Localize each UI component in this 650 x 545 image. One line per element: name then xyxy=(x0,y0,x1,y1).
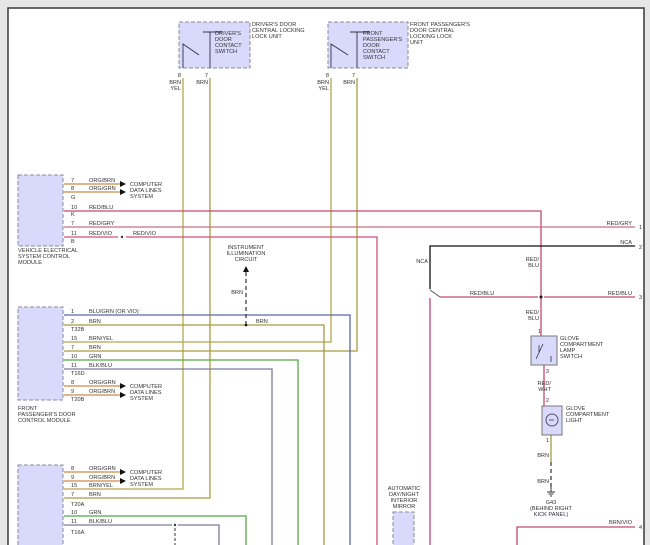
connector-label: T20A xyxy=(71,502,85,508)
pin-number: 8 xyxy=(178,73,181,79)
pin-number: 7 xyxy=(71,492,74,498)
pin-number: 2 xyxy=(546,398,549,404)
wire-label: YEL xyxy=(170,86,181,92)
pin-number: 8 xyxy=(71,466,74,472)
pin-number: 3 xyxy=(546,369,549,375)
wire-label: BRN/YEL xyxy=(89,483,113,489)
wire-label: BRN xyxy=(343,80,355,86)
pin-number: 8 xyxy=(71,186,74,192)
instrument-illumination-label: CIRCUIT xyxy=(235,257,258,263)
wire-label: ORG/BRN xyxy=(89,389,115,395)
wire-label: YEL xyxy=(318,86,329,92)
front-passenger-door-control-module xyxy=(17,306,64,401)
reference-number: 3 xyxy=(639,295,642,301)
wire-label: RED/BLU xyxy=(470,291,494,297)
wire-label: ORG/GRN xyxy=(89,466,116,472)
pin-number: 15 xyxy=(71,483,77,489)
wire-label: BRN xyxy=(89,345,101,351)
wire-label: BLK/BLU xyxy=(89,363,112,369)
glove-compartment-lamp-switch xyxy=(530,335,558,366)
pin-number: 10 xyxy=(71,205,77,211)
reference-number: 4 xyxy=(639,525,642,531)
pin-number: G xyxy=(71,195,75,201)
pin-number: 9 xyxy=(71,389,74,395)
pin-number: 2 xyxy=(71,319,74,325)
wire-label: BRN/YEL xyxy=(89,336,113,342)
wire-label: BRN xyxy=(256,319,268,325)
wire-label: RED/GRY xyxy=(607,221,633,227)
pass-door-module-label: CONTROL MODULE xyxy=(18,418,71,424)
glove-compartment-light xyxy=(541,405,563,436)
pin-number: 7 xyxy=(71,345,74,351)
pin-number: 11 xyxy=(71,231,77,237)
wire-label: NCA xyxy=(620,240,632,246)
wire-label: GRN xyxy=(89,354,101,360)
computer-data-lines-label: SYSTEM xyxy=(130,482,153,488)
pin-number: K xyxy=(71,212,75,218)
pin-number: 1 xyxy=(546,438,549,444)
wire-label: BRN xyxy=(89,319,101,325)
automatic-day-night-mirror xyxy=(392,511,415,545)
pin-number: 9 xyxy=(71,475,74,481)
wire-label: RED/VIO xyxy=(89,231,113,237)
pin-number: 8 xyxy=(326,73,329,79)
wire-label: RED/VIO xyxy=(133,231,157,237)
glove-switch-label: SWITCH xyxy=(560,354,582,360)
wire-label: BLU xyxy=(528,263,539,269)
pin-number: 1 xyxy=(71,309,74,315)
pin-number: 7 xyxy=(71,178,74,184)
pin-number: 11 xyxy=(71,363,77,369)
wire-label: ORG/BRN xyxy=(89,475,115,481)
mirror-label: MIRROR xyxy=(393,504,416,510)
reference-number: 2 xyxy=(639,245,642,251)
pin-number: B xyxy=(71,239,75,245)
driver-lock-unit-label: LOCK UNIT xyxy=(252,34,282,40)
computer-data-lines-label: SYSTEM xyxy=(130,396,153,402)
wire-label: WHT xyxy=(538,387,551,393)
wire-label: BRN xyxy=(196,80,208,86)
wire-label: BRN xyxy=(89,492,101,498)
pin-number: 15 xyxy=(71,336,77,342)
wire-label: BRN xyxy=(231,290,243,296)
pin-number: 7 xyxy=(352,73,355,79)
driver-contact-switch-label: SWITCH xyxy=(215,49,237,55)
wire-label: BLU xyxy=(528,316,539,322)
connector-label: T16A xyxy=(71,530,85,536)
wire-label: BRN xyxy=(537,453,549,459)
pin-number: 7 xyxy=(205,73,208,79)
wire-label: GRN xyxy=(89,510,101,516)
wiring-diagram: DRIVER'S DOORCENTRAL LOCKINGLOCK UNITDRI… xyxy=(7,7,645,545)
vehicle-electrical-system-control-module xyxy=(17,174,64,247)
wire-label: NCA xyxy=(416,259,428,265)
passenger-lock-unit-label: UNIT xyxy=(410,40,424,46)
connector-label: T16D xyxy=(71,371,85,377)
pin-number: 11 xyxy=(71,519,77,525)
wire-label: ORG/GRN xyxy=(89,380,116,386)
wire-label: BRN xyxy=(537,479,549,485)
wire-label: BLU/GRN (OR VIO) xyxy=(89,309,139,315)
connector-label: T20B xyxy=(71,397,85,403)
passenger-contact-switch-label: SWITCH xyxy=(363,55,385,61)
pin-number: 8 xyxy=(71,380,74,386)
glove-light-label: LIGHT xyxy=(566,418,583,424)
vescm-label: MODULE xyxy=(18,260,42,266)
connector-label: T32B xyxy=(71,327,85,333)
pin-number: 10 xyxy=(71,354,77,360)
pin-number: 1 xyxy=(538,329,541,335)
wire-label: ORG/GRN xyxy=(89,186,116,192)
wire-label: ORG/BRN xyxy=(89,178,115,184)
wire-label: RED/BLU xyxy=(608,291,632,297)
pin-number: 10 xyxy=(71,510,77,516)
wire-label: BLK/BLU xyxy=(89,519,112,525)
pin-number: 7 xyxy=(71,221,74,227)
computer-data-lines-label: SYSTEM xyxy=(130,194,153,200)
ground-location-label: KICK PANEL) xyxy=(534,512,569,518)
wire-label: BRN/VIO xyxy=(609,520,633,526)
bottom-control-module xyxy=(17,464,64,545)
wire-label: RED/BLU xyxy=(89,205,113,211)
wire-label: RED/GRY xyxy=(89,221,115,227)
reference-number: 1 xyxy=(639,225,642,231)
